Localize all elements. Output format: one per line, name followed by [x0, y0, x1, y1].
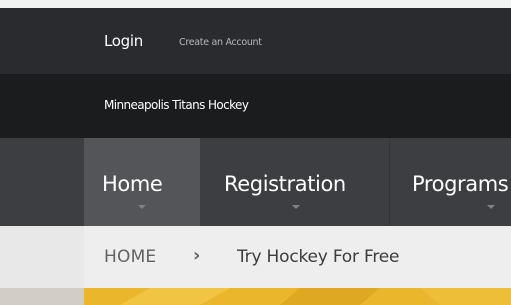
- breadcrumb-home-link[interactable]: HOME: [104, 247, 156, 267]
- nav-item-registration[interactable]: Registration: [200, 138, 390, 226]
- nav-item-label: Registration: [224, 172, 346, 196]
- breadcrumb-chevron-icon: ›: [193, 245, 201, 266]
- nav-item-label: Home: [102, 172, 163, 196]
- nav-item-programs[interactable]: Programs: [391, 138, 511, 226]
- page-top-edge: [0, 0, 511, 8]
- site-title-bar: Minneapolis Titans Hockey: [0, 74, 511, 138]
- nav-item-home[interactable]: Home: [84, 138, 200, 226]
- hero-banner-image: [0, 288, 511, 305]
- caret-down-icon: [487, 205, 495, 209]
- account-bar: Login Create an Account: [0, 8, 511, 74]
- caret-down-icon: [292, 205, 300, 209]
- create-account-link[interactable]: Create an Account: [179, 37, 262, 48]
- main-navigation: Home Registration Programs: [0, 138, 511, 226]
- breadcrumb: HOME › Try Hockey For Free: [0, 226, 511, 288]
- breadcrumb-current-page: Try Hockey For Free: [237, 247, 400, 267]
- hero-banner-graphic: [0, 288, 511, 305]
- caret-down-icon: [138, 205, 146, 209]
- site-name-link[interactable]: Minneapolis Titans Hockey: [104, 98, 249, 112]
- login-link[interactable]: Login: [104, 32, 143, 50]
- nav-item-label: Programs: [412, 172, 509, 196]
